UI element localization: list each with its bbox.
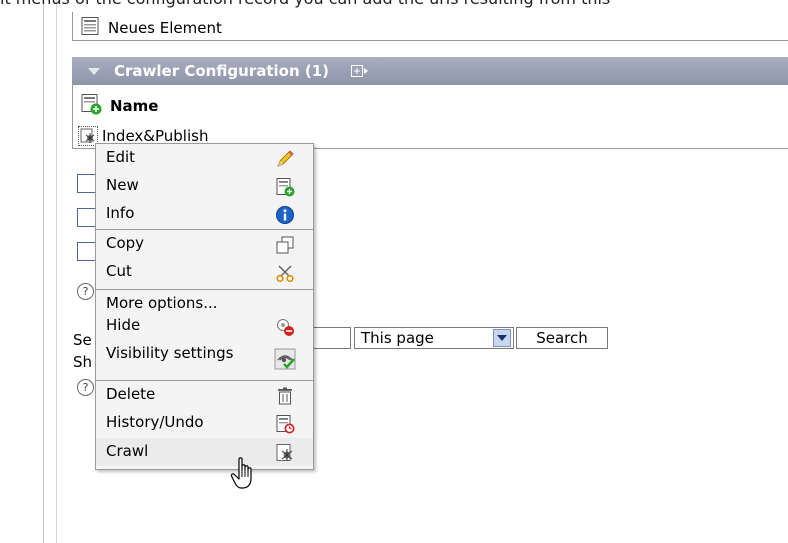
scope-select-value: This page [361,329,434,347]
menu-item-label: Edit [106,148,136,166]
scope-select[interactable]: This page [354,327,514,349]
show-label: Sh [73,353,93,371]
new-element-label: Neues Element [108,19,222,37]
checkbox[interactable] [77,174,96,193]
crawl-icon [274,442,296,464]
context-menu: Edit New Info Copy Cut More options... H… [95,143,314,470]
menu-item-label: More options... [106,294,218,312]
column-header-row: Name [80,93,158,119]
new-record-icon [274,176,296,198]
checkbox[interactable] [77,208,96,227]
rail-divider [56,0,57,543]
chevron-down-icon[interactable] [493,329,511,347]
pencil-icon [274,148,296,170]
left-rail [0,0,58,543]
menu-item-label: Info [106,204,135,222]
menu-item-label: Copy [106,234,145,252]
menu-item-delete[interactable]: Delete [96,381,313,409]
visibility-icon [274,348,296,370]
menu-item-label: Cut [106,262,132,280]
search-button[interactable]: Search [516,327,608,349]
menu-item-label: Visibility settings [106,344,234,362]
crawler-section-header[interactable]: Crawler Configuration (1) [72,57,788,85]
document-icon [80,16,100,40]
expand-icon[interactable] [351,65,369,77]
menu-item-new[interactable]: New [96,172,313,200]
copy-icon [274,234,296,256]
menu-item-label: History/Undo [106,413,204,431]
menu-item-label: New [106,176,139,194]
help-icon[interactable]: ? [77,283,94,300]
info-icon [274,204,296,226]
menu-item-label: Hide [106,316,141,334]
collapse-icon[interactable] [88,67,100,75]
scissors-icon [274,262,296,284]
rail-divider [43,0,44,543]
hide-icon [274,316,296,338]
menu-item-copy[interactable]: Copy [96,230,313,258]
column-name-label[interactable]: Name [110,97,158,115]
menu-item-info[interactable]: Info [96,200,313,228]
instruction-text: it menus of the configuration record you… [0,0,610,8]
section-title: Crawler Configuration (1) [114,62,330,80]
hand-cursor-icon [230,457,258,495]
search-label: Se [73,331,92,349]
help-icon[interactable]: ? [77,379,94,396]
menu-item-crawl[interactable]: Crawl [96,438,313,466]
menu-item-label: Crawl [106,442,149,460]
history-icon [274,413,296,435]
checkbox[interactable] [77,242,96,261]
new-element-row[interactable]: Neues Element [80,17,222,39]
menu-item-visibility-settings[interactable]: Visibility settings [96,340,313,370]
menu-item-edit[interactable]: Edit [96,144,313,172]
trash-icon [274,385,296,407]
menu-item-label: Delete [106,385,156,403]
menu-item-cut[interactable]: Cut [96,258,313,286]
add-record-icon[interactable] [80,93,102,119]
menu-item-history-undo[interactable]: History/Undo [96,409,313,437]
menu-item-hide[interactable]: Hide [96,312,313,340]
